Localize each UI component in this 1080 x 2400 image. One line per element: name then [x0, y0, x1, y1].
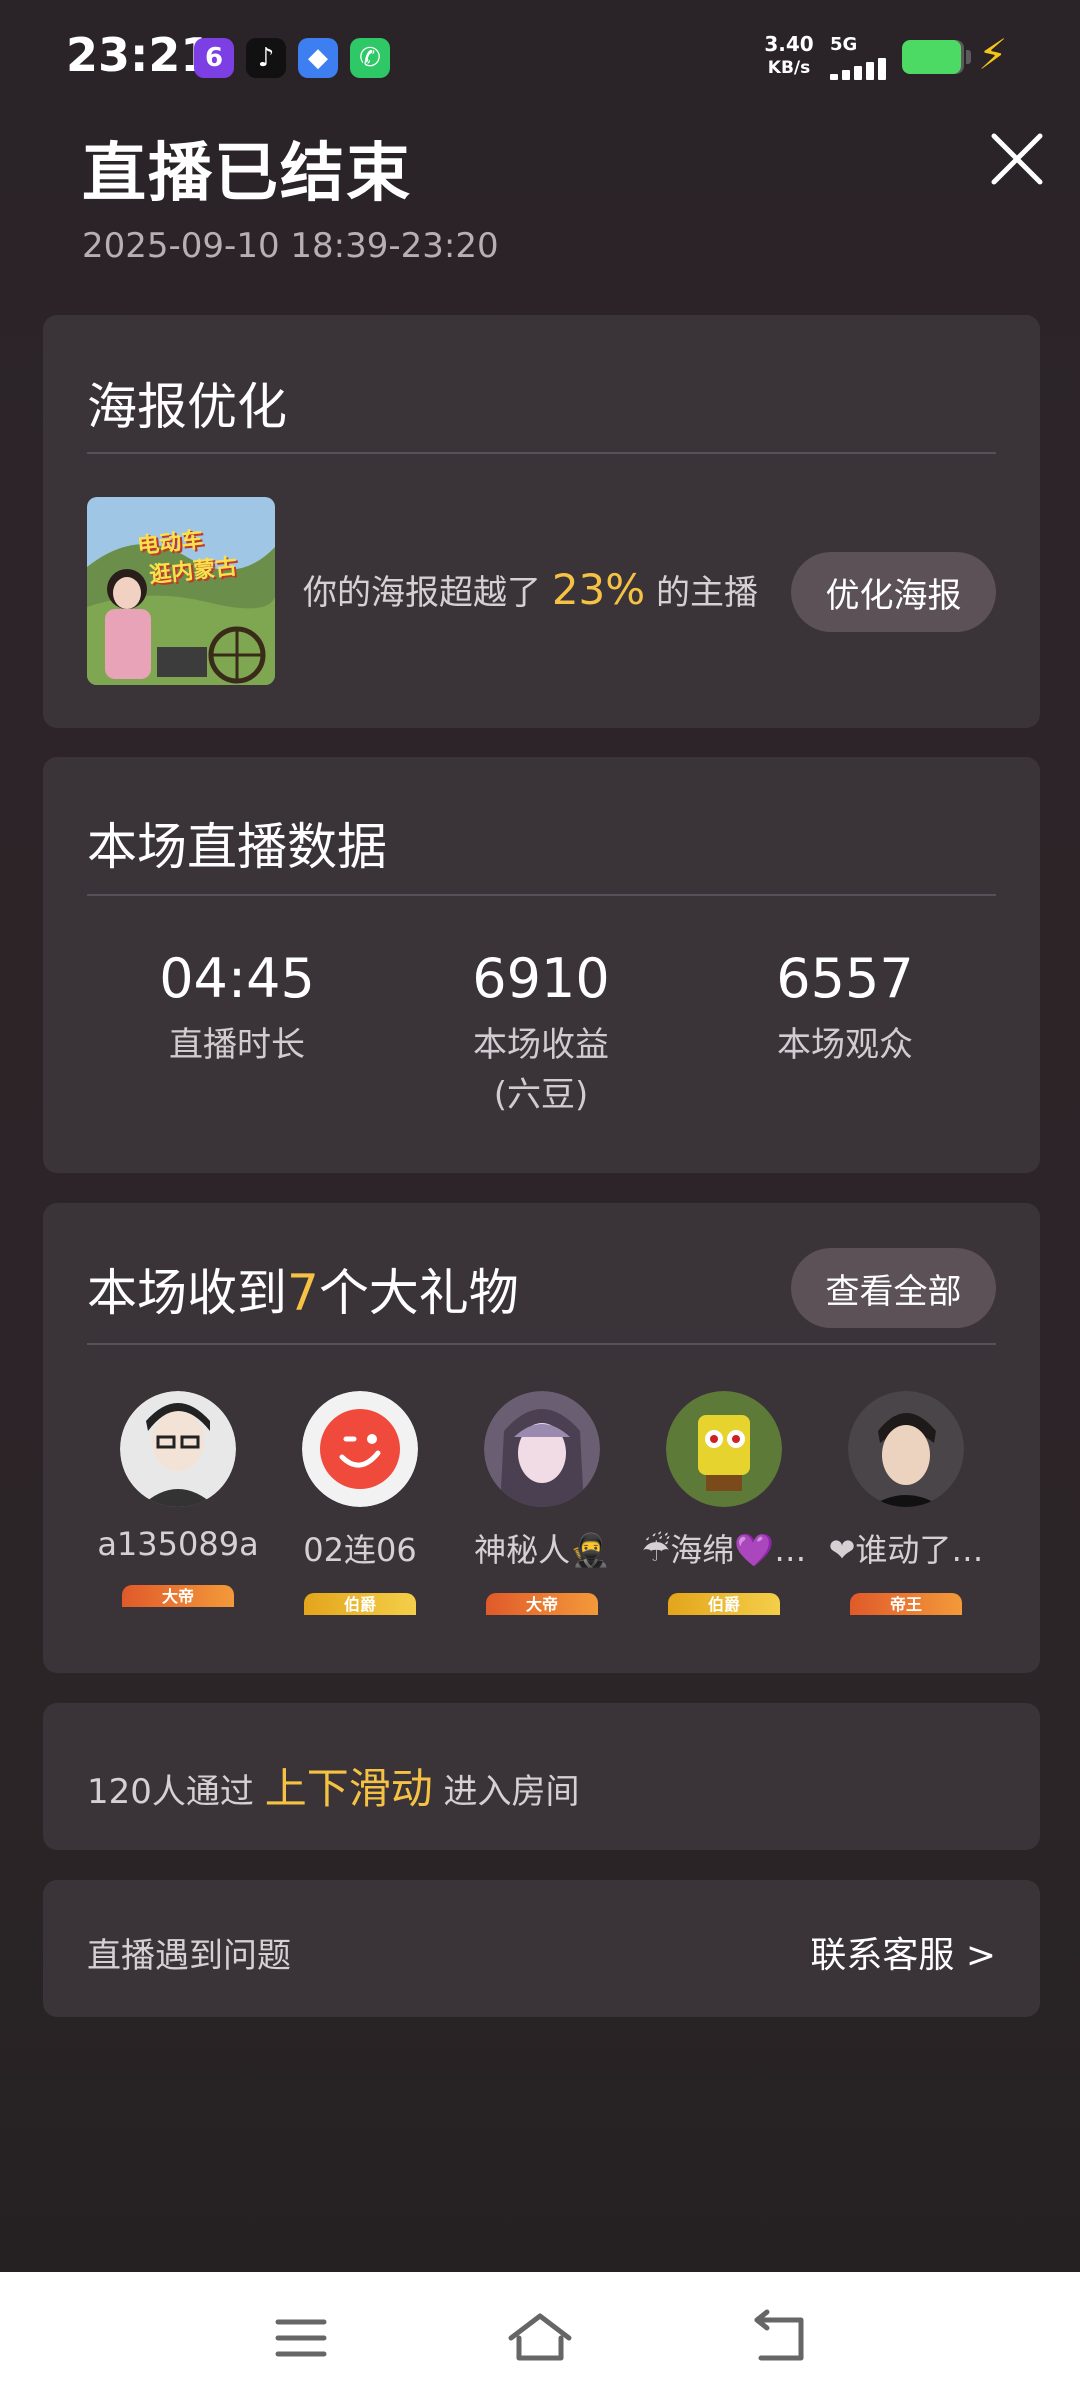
- back-icon[interactable]: [745, 2308, 815, 2368]
- phone-icon: ✆: [350, 38, 390, 78]
- battery-icon: [902, 40, 964, 74]
- avatar[interactable]: [848, 1391, 964, 1507]
- gifter-item[interactable]: ❤谁动了… 帝王: [816, 1391, 996, 1615]
- system-navbar: [0, 2272, 1080, 2400]
- gifter-name: ❤谁动了…: [828, 1531, 984, 1569]
- stats-card-title: 本场直播数据: [87, 818, 387, 876]
- gifter-item[interactable]: 神秘人🥷 大帝: [452, 1391, 632, 1615]
- divider: [87, 452, 996, 454]
- stat-label: 直播时长: [169, 1025, 305, 1065]
- avatar[interactable]: [302, 1391, 418, 1507]
- status-bar: 23:21 6 ♪ ◆ ✆ 3.40 KB/s 5G ⚡: [0, 0, 1080, 115]
- poster-rank-text: 你的海报超越了 23% 的主播: [303, 565, 758, 614]
- poster-card-title: 海报优化: [87, 378, 287, 436]
- stat-duration: 04:45 直播时长: [87, 947, 387, 1070]
- network-type: 5G: [830, 34, 858, 55]
- gifter-item[interactable]: ☔海绵💜… 伯爵: [634, 1391, 814, 1615]
- stat-sublabel: (六豆): [493, 1075, 589, 1115]
- stat-label: 本场收益: [473, 1025, 609, 1065]
- rank-badge: 伯爵: [668, 1593, 780, 1615]
- rank-badge: 大帝: [486, 1593, 598, 1615]
- swipe-entry-card: 120人通过 上下滑动 进入房间: [43, 1703, 1040, 1850]
- swipe-entry-text: 120人通过 上下滑动 进入房间: [87, 1764, 580, 1813]
- charging-icon: ⚡: [978, 30, 1008, 79]
- gifter-item[interactable]: 02连06 伯爵: [270, 1391, 450, 1615]
- status-time: 23:21: [66, 28, 213, 82]
- problem-text: 直播遇到问题: [87, 1936, 291, 1976]
- gifter-name: 02连06: [303, 1531, 417, 1569]
- tiktok-icon: ♪: [246, 38, 286, 78]
- stat-label: 本场观众: [777, 1025, 913, 1065]
- chat-app-icon: ◆: [298, 38, 338, 78]
- divider: [87, 894, 996, 896]
- avatar[interactable]: [484, 1391, 600, 1507]
- live-time-range: 2025-09-10 18:39-23:20: [82, 226, 499, 266]
- signal-icon: [830, 56, 890, 80]
- menu-icon[interactable]: [266, 2308, 336, 2368]
- gifter-name: 神秘人🥷: [474, 1531, 610, 1569]
- stat-earnings: 6910 本场收益 (六豆): [391, 947, 691, 1120]
- poster-rank-percent: 23%: [551, 565, 646, 614]
- home-icon[interactable]: [505, 2308, 575, 2368]
- stat-value: 6557: [776, 947, 914, 1010]
- gifts-card-title: 本场收到7个大礼物: [87, 1264, 519, 1322]
- view-all-button[interactable]: 查看全部: [791, 1248, 996, 1328]
- page-title: 直播已结束: [82, 137, 412, 211]
- gifter-name: ☔海绵💜…: [641, 1531, 807, 1569]
- poster-thumbnail[interactable]: 电动车 逛内蒙古: [87, 497, 275, 685]
- swipe-highlight: 上下滑动: [264, 1764, 433, 1813]
- rank-badge: 伯爵: [304, 1593, 416, 1615]
- rank-badge: 大帝: [122, 1585, 234, 1607]
- stat-viewers: 6557 本场观众: [695, 947, 995, 1070]
- gifter-name: a135089a: [97, 1525, 259, 1563]
- stat-value: 6910: [472, 947, 610, 1010]
- stat-value: 04:45: [159, 947, 315, 1010]
- problem-card[interactable]: 直播遇到问题 联系客服 >: [43, 1880, 1040, 2017]
- six-rooms-icon: 6: [194, 38, 234, 78]
- avatar[interactable]: [666, 1391, 782, 1507]
- gift-count: 7: [287, 1264, 319, 1322]
- live-stats-card: 本场直播数据 04:45 直播时长 6910 本场收益 (六豆) 6557 本场…: [43, 757, 1040, 1173]
- contact-support-link[interactable]: 联系客服 >: [810, 1926, 996, 1978]
- gifter-item[interactable]: a135089a 大帝: [88, 1391, 268, 1607]
- poster-card: 海报优化 电动车 逛内蒙古 你的海报超越了 23% 的主播 优化海报: [43, 315, 1040, 728]
- close-icon[interactable]: [982, 124, 1052, 194]
- avatar[interactable]: [120, 1391, 236, 1507]
- divider: [87, 1343, 996, 1345]
- net-speed: 3.40 KB/s: [764, 32, 814, 78]
- rank-badge: 帝王: [850, 1593, 962, 1615]
- battery-tip: [966, 50, 971, 64]
- optimize-poster-button[interactable]: 优化海报: [791, 552, 996, 632]
